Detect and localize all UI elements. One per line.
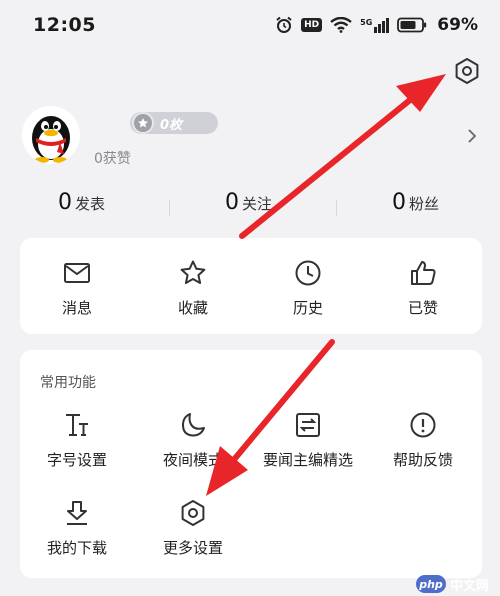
hexagon-settings-icon	[455, 58, 479, 84]
divider	[336, 200, 337, 216]
moon-icon	[178, 410, 208, 440]
hexagon-settings-icon	[178, 498, 208, 528]
status-icons: HD 5G 69%	[275, 15, 478, 35]
stat-followers[interactable]: 0 粉丝	[392, 190, 439, 215]
stat-label: 关注	[242, 195, 273, 213]
section-title: 常用功能	[40, 375, 96, 391]
action-label: 收藏	[177, 299, 208, 317]
stats-row: 0 发表 0 关注 0 粉丝	[0, 190, 500, 226]
status-bar: 12:05 HD 5G 69%	[0, 0, 500, 50]
thumbs-up-icon	[408, 258, 438, 288]
status-time: 12:05	[33, 14, 96, 36]
action-label: 历史	[292, 299, 323, 317]
settings-button[interactable]	[452, 56, 482, 86]
coin-count: 0枚	[160, 117, 183, 133]
func-label: 更多设置	[162, 539, 223, 557]
func-night-mode[interactable]: 夜间模式	[138, 410, 248, 470]
stat-posts[interactable]: 0 发表	[58, 190, 105, 215]
common-functions-card: 常用功能 字号设置 夜间模式 要闻主编精选 帮助反馈 我的下载 更多设置	[20, 350, 482, 578]
profile-header[interactable]: 0枚 0获赞	[22, 106, 482, 170]
func-label: 夜间模式	[162, 451, 223, 469]
stat-number: 0	[392, 190, 406, 215]
signal-icon: 5G	[360, 17, 390, 33]
stat-number: 0	[225, 190, 239, 215]
watermark: php 中文网	[416, 574, 496, 594]
watermark-text: 中文网	[450, 578, 490, 594]
font-size-icon	[62, 410, 92, 440]
func-label: 我的下载	[46, 539, 107, 557]
divider	[169, 200, 170, 216]
func-more-settings[interactable]: 更多设置	[138, 498, 248, 558]
action-label: 已赞	[407, 299, 438, 317]
stat-following[interactable]: 0 关注	[225, 190, 272, 215]
alarm-icon	[276, 16, 292, 33]
func-my-downloads[interactable]: 我的下载	[22, 498, 132, 558]
func-label: 字号设置	[46, 451, 107, 469]
func-font-size[interactable]: 字号设置	[22, 410, 132, 470]
mail-icon	[62, 258, 92, 288]
func-help-feedback[interactable]: 帮助反馈	[368, 410, 478, 470]
network-type: 5G	[360, 17, 373, 27]
func-editor-picks[interactable]: 要闻主编精选	[253, 410, 363, 470]
likes-count: 0获赞	[94, 151, 131, 167]
action-label: 消息	[61, 299, 92, 317]
stat-label: 发表	[75, 195, 106, 213]
action-favorites[interactable]: 收藏	[138, 258, 248, 318]
penguin-avatar-icon	[32, 116, 70, 163]
coin-icon	[132, 112, 154, 134]
chevron-right-icon	[468, 129, 477, 143]
clock-icon	[293, 258, 323, 288]
action-liked[interactable]: 已赞	[368, 258, 478, 318]
star-icon	[178, 258, 208, 288]
coin-badge[interactable]: 0枚	[130, 112, 218, 134]
wifi-icon	[330, 17, 352, 33]
stat-number: 0	[58, 190, 72, 215]
battery-percent: 69%	[437, 15, 478, 35]
func-label: 要闻主编精选	[262, 451, 353, 469]
battery-icon	[397, 17, 427, 33]
editor-picks-icon	[293, 410, 323, 440]
main-actions-card: 消息 收藏 历史 已赞	[20, 238, 482, 334]
help-icon	[408, 410, 438, 440]
func-label: 帮助反馈	[392, 451, 453, 469]
avatar[interactable]	[22, 106, 80, 164]
download-icon	[62, 498, 92, 528]
watermark-logo: php	[416, 575, 446, 593]
action-history[interactable]: 历史	[253, 258, 363, 318]
stat-label: 粉丝	[409, 195, 440, 213]
action-messages[interactable]: 消息	[22, 258, 132, 318]
hd-badge: HD	[301, 18, 323, 32]
